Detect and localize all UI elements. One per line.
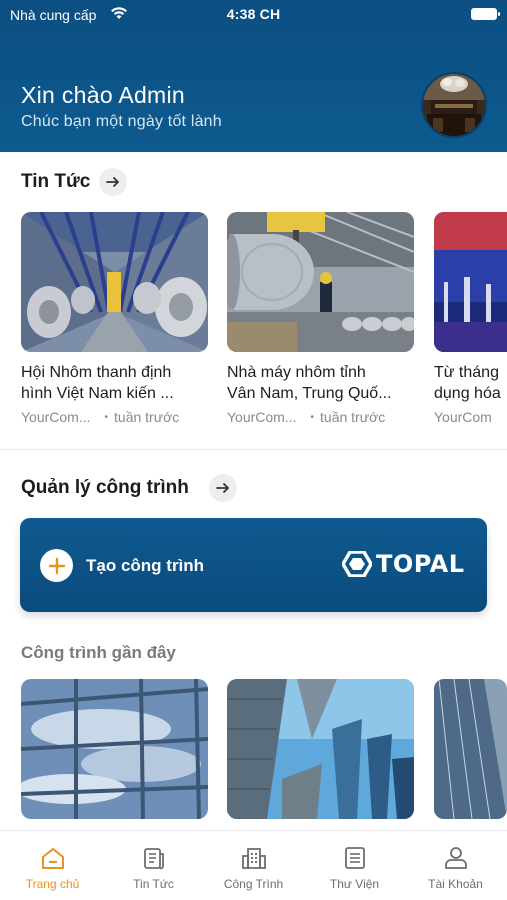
tab-library-label: Thư Viện	[329, 877, 380, 891]
project-card[interactable]	[21, 679, 208, 819]
news-title: Nhà máy nhôm tỉnh Vân Nam, Trung Quố...	[227, 364, 392, 402]
home-icon	[41, 848, 64, 869]
status-bar: Nhà cung cấp 4:38 CH	[0, 0, 507, 28]
header: Nhà cung cấp 4:38 CH Xin chào Admin Chúc…	[0, 0, 507, 152]
avatar[interactable]	[421, 72, 487, 138]
project-card[interactable]	[227, 679, 414, 819]
news-title: Hội Nhôm thanh định hình Việt Nam kiến .…	[21, 364, 174, 402]
news-title: Từ tháng dụng hóa	[434, 364, 501, 402]
news-meta: YourCom	[434, 409, 507, 425]
tab-library[interactable]: Thư Viện	[304, 845, 405, 891]
project-card[interactable]	[434, 679, 507, 819]
tab-account-label: Tài Khoản	[428, 877, 483, 891]
news-source: YourCom...	[21, 409, 91, 425]
news-thumbnail	[227, 212, 414, 352]
battery-icon	[471, 8, 500, 20]
create-project-label: Tạo công trình	[86, 556, 205, 575]
user-icon	[444, 847, 467, 869]
building-icon	[241, 848, 266, 869]
tab-news-label: Tin Tức	[133, 877, 174, 891]
news-card[interactable]: Nhà máy nhôm tỉnh Vân Nam, Trung Quố... …	[227, 212, 414, 425]
news-icon	[143, 848, 164, 870]
tab-projects-label: Công Trình	[223, 877, 284, 891]
plus-icon	[40, 549, 73, 582]
tab-account[interactable]: Tài Khoản	[405, 845, 506, 891]
projects-see-all-button[interactable]	[209, 474, 237, 502]
projects-section-title: Quản lý công trình	[21, 477, 189, 498]
news-card[interactable]: Từ tháng dụng hóa YourCom	[434, 212, 507, 425]
tab-home-label: Trang chủ	[25, 877, 80, 891]
news-source: YourCom	[434, 409, 492, 425]
tab-projects[interactable]: Công Trình	[203, 845, 304, 891]
news-card[interactable]: Hội Nhôm thanh định hình Việt Nam kiến .…	[21, 212, 208, 425]
clock: 4:38 CH	[226, 6, 281, 22]
news-thumbnail	[21, 212, 208, 352]
create-project-button[interactable]: Tạo công trình TOPAL	[20, 518, 487, 612]
greeting-subtitle: Chúc bạn một ngày tốt lành	[21, 113, 222, 130]
news-source: YourCom...	[227, 409, 297, 425]
recent-projects-title: Công trình gần đây	[21, 643, 176, 662]
news-time: tuần trước	[320, 409, 386, 425]
news-section-title: Tin Tức	[21, 171, 91, 192]
section-divider	[0, 449, 507, 450]
news-see-all-button[interactable]	[99, 168, 127, 196]
news-meta: YourCom... • tuần trước	[21, 409, 180, 425]
greeting: Xin chào Admin	[21, 82, 186, 108]
topal-logo: TOPAL	[342, 550, 465, 578]
library-icon	[344, 847, 365, 869]
news-meta: YourCom... • tuần trước	[227, 409, 386, 425]
tab-bar: Trang chủ Tin Tức Công Trình Thư Viện Tà…	[0, 830, 507, 900]
tab-news[interactable]: Tin Tức	[103, 845, 204, 891]
news-thumbnail	[434, 212, 507, 352]
news-time: tuần trước	[114, 409, 180, 425]
arrow-right-icon	[216, 483, 229, 493]
arrow-right-icon	[106, 177, 119, 187]
tab-home[interactable]: Trang chủ	[2, 845, 103, 891]
